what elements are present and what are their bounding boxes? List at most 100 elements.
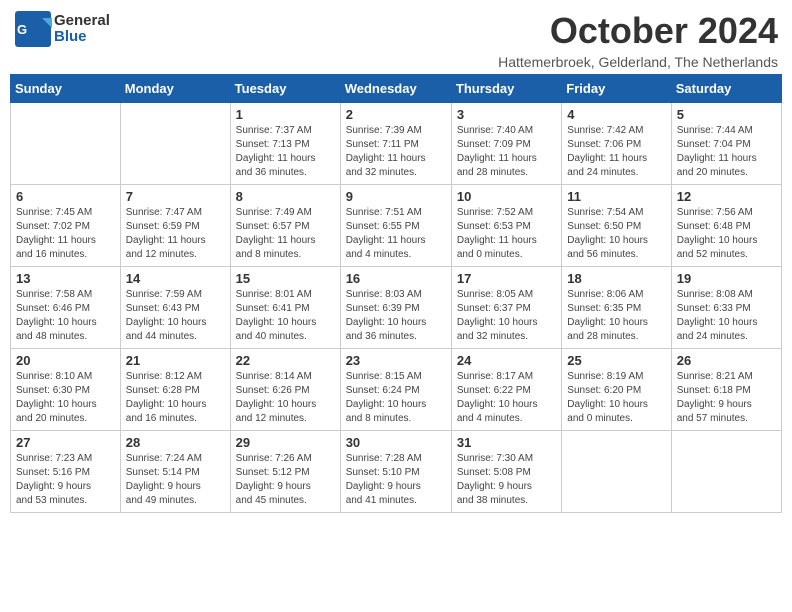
calendar-cell: 13Sunrise: 7:58 AM Sunset: 6:46 PM Dayli… [11, 267, 121, 349]
calendar-cell: 9 Sunrise: 7:51 AM Sunset: 6:55 PM Daylig… [340, 185, 451, 267]
day-info: Sunrise: 8:14 AM Sunset: 6:26 PM Dayligh… [236, 370, 335, 426]
day-number: 19 [677, 271, 776, 286]
calendar-cell [120, 103, 230, 185]
calendar-cell: 15 Sunrise: 8:01 AM Sunset: 6:41 PM Dayli… [230, 267, 340, 349]
day-info: Sunrise: 7:56 AM Sunset: 6:48 PM Dayligh… [677, 206, 776, 262]
day-info: Sunrise: 8:17 AM Sunset: 6:22 PM Dayligh… [457, 370, 556, 426]
calendar-cell: 29 Sunrise: 7:26 AM Sunset: 5:12 PM Dayli… [230, 431, 340, 513]
calendar-cell: 5Sunrise: 7:44 AM Sunset: 7:04 PM Daylig… [671, 103, 781, 185]
day-info: Sunrise: 8:12 AM Sunset: 6:28 PM Dayligh… [126, 370, 225, 426]
day-info: Sunrise: 8:01 AM Sunset: 6:41 PM Dayligh… [236, 288, 335, 344]
day-number: 26 [677, 353, 776, 368]
day-info: Sunrise: 7:51 AM Sunset: 6:55 PM Dayligh… [346, 206, 446, 262]
weekday-header: Sunday [11, 75, 121, 103]
calendar-cell [562, 431, 671, 513]
calendar-table: SundayMondayTuesdayWednesdayThursdayFrid… [10, 74, 782, 513]
calendar-cell: 17 Sunrise: 8:05 AM Sunset: 6:37 PM Dayli… [451, 267, 561, 349]
day-info: Sunrise: 8:10 AM Sunset: 6:30 PM Dayligh… [16, 370, 115, 426]
calendar-cell: 27 Sunrise: 7:23 AM Sunset: 5:16 PM Dayli… [11, 431, 121, 513]
day-info: Sunrise: 7:24 AM Sunset: 5:14 PM Dayligh… [126, 452, 225, 508]
logo-general: General [54, 12, 110, 29]
day-number: 15 [236, 271, 335, 286]
day-info: Sunrise: 7:37 AM Sunset: 7:13 PM Dayligh… [236, 124, 335, 180]
day-number: 20 [16, 353, 115, 368]
day-info: Sunrise: 7:47 AM Sunset: 6:59 PM Dayligh… [126, 206, 225, 262]
title-section: October 2024 Hattemerbroek, Gelderland, … [498, 10, 778, 70]
calendar-cell: 16Sunrise: 8:03 AM Sunset: 6:39 PM Dayli… [340, 267, 451, 349]
calendar-cell: 2 Sunrise: 7:39 AM Sunset: 7:11 PM Daylig… [340, 103, 451, 185]
calendar-cell: 31Sunrise: 7:30 AM Sunset: 5:08 PM Dayli… [451, 431, 561, 513]
weekday-header: Tuesday [230, 75, 340, 103]
day-number: 25 [567, 353, 665, 368]
day-info: Sunrise: 7:54 AM Sunset: 6:50 PM Dayligh… [567, 206, 665, 262]
day-number: 21 [126, 353, 225, 368]
day-number: 1 [236, 107, 335, 122]
day-number: 8 [236, 189, 335, 204]
day-info: Sunrise: 8:06 AM Sunset: 6:35 PM Dayligh… [567, 288, 665, 344]
calendar-cell: 14 Sunrise: 7:59 AM Sunset: 6:43 PM Dayli… [120, 267, 230, 349]
day-info: Sunrise: 8:08 AM Sunset: 6:33 PM Dayligh… [677, 288, 776, 344]
weekday-header: Monday [120, 75, 230, 103]
weekday-header: Wednesday [340, 75, 451, 103]
day-info: Sunrise: 7:42 AM Sunset: 7:06 PM Dayligh… [567, 124, 665, 180]
svg-text:G: G [17, 22, 27, 37]
day-number: 7 [126, 189, 225, 204]
calendar-cell: 26 Sunrise: 8:21 AM Sunset: 6:18 PM Dayli… [671, 349, 781, 431]
day-number: 31 [457, 435, 556, 450]
day-info: Sunrise: 7:23 AM Sunset: 5:16 PM Dayligh… [16, 452, 115, 508]
day-info: Sunrise: 7:52 AM Sunset: 6:53 PM Dayligh… [457, 206, 556, 262]
calendar-cell [671, 431, 781, 513]
day-info: Sunrise: 7:58 AM Sunset: 6:46 PM Dayligh… [16, 288, 115, 344]
calendar-cell: 7 Sunrise: 7:47 AM Sunset: 6:59 PM Daylig… [120, 185, 230, 267]
day-number: 24 [457, 353, 556, 368]
calendar-cell: 3Sunrise: 7:40 AM Sunset: 7:09 PM Daylig… [451, 103, 561, 185]
calendar-cell: 18 Sunrise: 8:06 AM Sunset: 6:35 PM Dayli… [562, 267, 671, 349]
calendar-week-row: 1 Sunrise: 7:37 AM Sunset: 7:13 PM Daylig… [11, 103, 782, 185]
day-number: 18 [567, 271, 665, 286]
day-number: 23 [346, 353, 446, 368]
weekday-header: Thursday [451, 75, 561, 103]
day-number: 30 [346, 435, 446, 450]
day-info: Sunrise: 8:05 AM Sunset: 6:37 PM Dayligh… [457, 288, 556, 344]
weekday-header: Friday [562, 75, 671, 103]
calendar-cell: 20 Sunrise: 8:10 AM Sunset: 6:30 PM Dayli… [11, 349, 121, 431]
day-info: Sunrise: 8:03 AM Sunset: 6:39 PM Dayligh… [346, 288, 446, 344]
calendar-cell [11, 103, 121, 185]
calendar-week-row: 20 Sunrise: 8:10 AM Sunset: 6:30 PM Dayli… [11, 349, 782, 431]
day-number: 27 [16, 435, 115, 450]
day-info: Sunrise: 7:28 AM Sunset: 5:10 PM Dayligh… [346, 452, 446, 508]
calendar-cell: 24 Sunrise: 8:17 AM Sunset: 6:22 PM Dayli… [451, 349, 561, 431]
calendar-week-row: 27 Sunrise: 7:23 AM Sunset: 5:16 PM Dayli… [11, 431, 782, 513]
calendar-cell: 12 Sunrise: 7:56 AM Sunset: 6:48 PM Dayli… [671, 185, 781, 267]
day-number: 11 [567, 189, 665, 204]
day-number: 14 [126, 271, 225, 286]
day-number: 10 [457, 189, 556, 204]
calendar-cell: 4 Sunrise: 7:42 AM Sunset: 7:06 PM Daylig… [562, 103, 671, 185]
day-info: Sunrise: 7:39 AM Sunset: 7:11 PM Dayligh… [346, 124, 446, 180]
day-number: 17 [457, 271, 556, 286]
calendar-cell: 8 Sunrise: 7:49 AM Sunset: 6:57 PM Daylig… [230, 185, 340, 267]
calendar-cell: 30 Sunrise: 7:28 AM Sunset: 5:10 PM Dayli… [340, 431, 451, 513]
day-number: 12 [677, 189, 776, 204]
logo: G General Blue [14, 10, 110, 48]
day-number: 2 [346, 107, 446, 122]
day-number: 4 [567, 107, 665, 122]
calendar-cell: 11 Sunrise: 7:54 AM Sunset: 6:50 PM Dayli… [562, 185, 671, 267]
day-info: Sunrise: 7:49 AM Sunset: 6:57 PM Dayligh… [236, 206, 335, 262]
day-info: Sunrise: 7:59 AM Sunset: 6:43 PM Dayligh… [126, 288, 225, 344]
day-info: Sunrise: 7:45 AM Sunset: 7:02 PM Dayligh… [16, 206, 115, 262]
weekday-header: Saturday [671, 75, 781, 103]
calendar-week-row: 13Sunrise: 7:58 AM Sunset: 6:46 PM Dayli… [11, 267, 782, 349]
calendar-cell: 10 Sunrise: 7:52 AM Sunset: 6:53 PM Dayli… [451, 185, 561, 267]
calendar-cell: 25 Sunrise: 8:19 AM Sunset: 6:20 PM Dayli… [562, 349, 671, 431]
day-number: 3 [457, 107, 556, 122]
day-info: Sunrise: 8:19 AM Sunset: 6:20 PM Dayligh… [567, 370, 665, 426]
day-number: 9 [346, 189, 446, 204]
calendar-cell: 23Sunrise: 8:15 AM Sunset: 6:24 PM Dayli… [340, 349, 451, 431]
day-number: 5 [677, 107, 776, 122]
day-info: Sunrise: 8:21 AM Sunset: 6:18 PM Dayligh… [677, 370, 776, 426]
day-number: 29 [236, 435, 335, 450]
day-info: Sunrise: 7:26 AM Sunset: 5:12 PM Dayligh… [236, 452, 335, 508]
month-title: October 2024 [498, 10, 778, 52]
calendar-cell: 22Sunrise: 8:14 AM Sunset: 6:26 PM Dayli… [230, 349, 340, 431]
